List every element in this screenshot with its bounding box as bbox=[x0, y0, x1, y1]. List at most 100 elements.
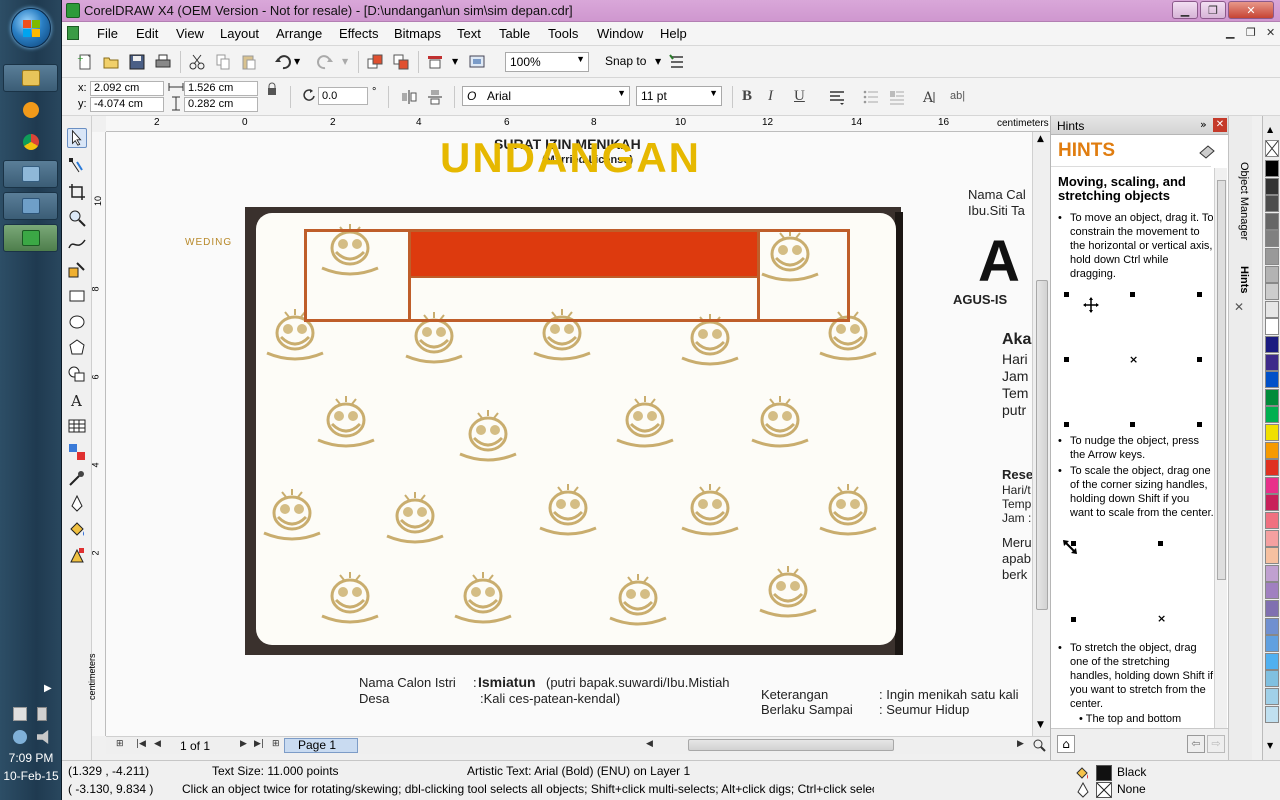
document-icon[interactable] bbox=[67, 26, 79, 40]
right-text-jam[interactable]: Jam bbox=[1002, 368, 1028, 384]
color-swatch[interactable] bbox=[1265, 441, 1279, 459]
scroll-right-icon[interactable]: ▶ bbox=[1017, 739, 1024, 749]
font-list-combo[interactable]: O Arial ▼ bbox=[462, 86, 630, 106]
new-document-icon[interactable]: + bbox=[76, 53, 94, 71]
right-text-tem[interactable]: Tem bbox=[1002, 385, 1028, 401]
menu-text[interactable]: Text bbox=[457, 26, 481, 41]
basic-shapes-tool-icon[interactable] bbox=[67, 364, 87, 384]
taskbar-coreldraw-button[interactable] bbox=[3, 224, 58, 252]
menu-window[interactable]: Window bbox=[597, 26, 643, 41]
color-swatch[interactable] bbox=[1265, 318, 1279, 336]
bold-button[interactable]: B bbox=[742, 88, 752, 105]
coreldraw-app-icon[interactable] bbox=[66, 3, 80, 18]
right-text-big-letter[interactable]: A bbox=[978, 228, 1020, 295]
right-text-berk[interactable]: berk bbox=[1002, 567, 1027, 582]
outline-color-swatch[interactable] bbox=[1096, 782, 1112, 798]
right-text-nama-calon[interactable]: Nama Cal bbox=[968, 187, 1026, 202]
interactive-fill-tool-icon[interactable] bbox=[67, 546, 87, 566]
color-swatch[interactable] bbox=[1265, 529, 1279, 547]
zoom-tool-icon[interactable] bbox=[67, 208, 87, 228]
docker-scrollbar[interactable] bbox=[1214, 168, 1227, 728]
outline-pen-tool-icon[interactable] bbox=[67, 494, 87, 514]
docker-close-icon[interactable]: ✕ bbox=[1213, 118, 1227, 132]
format-text-icon[interactable]: A bbox=[922, 88, 940, 106]
wifi-icon[interactable] bbox=[13, 730, 27, 744]
color-swatch[interactable] bbox=[1265, 265, 1279, 283]
right-text-jam-2[interactable]: Jam : bbox=[1002, 511, 1031, 525]
y-position-field[interactable]: -4.074 cm bbox=[90, 97, 164, 112]
label-keterangan[interactable]: Keterangan bbox=[761, 687, 828, 702]
outline-pen-icon[interactable] bbox=[1076, 782, 1090, 798]
right-text-apab[interactable]: apab bbox=[1002, 551, 1031, 566]
page-tab-1[interactable]: Page 1 bbox=[284, 738, 358, 753]
right-text-rese[interactable]: Rese bbox=[1002, 467, 1032, 482]
color-swatch[interactable] bbox=[1265, 336, 1279, 353]
battery-icon[interactable] bbox=[37, 707, 47, 721]
fill-bucket-icon[interactable] bbox=[1074, 765, 1090, 781]
redo-icon[interactable] bbox=[316, 53, 334, 71]
menu-view[interactable]: View bbox=[176, 26, 204, 41]
palette-scroll-down-icon[interactable]: ▼ bbox=[1267, 741, 1273, 750]
print-icon[interactable] bbox=[154, 53, 172, 71]
doc-close-button[interactable]: ✕ bbox=[1266, 26, 1275, 39]
taskbar-media-player-button[interactable] bbox=[3, 96, 58, 124]
pick-tool-icon[interactable] bbox=[67, 128, 87, 148]
value-istri-parents[interactable]: (putri bapak.suwardi/Ibu.Mistiah bbox=[546, 675, 730, 690]
horizontal-scroll-thumb[interactable] bbox=[688, 739, 894, 751]
hints-home-icon[interactable]: ⌂ bbox=[1057, 735, 1075, 753]
smart-fill-tool-icon[interactable] bbox=[67, 260, 87, 280]
color-swatch[interactable] bbox=[1265, 476, 1279, 494]
add-page-after-icon[interactable]: ⊞ bbox=[272, 739, 280, 749]
color-swatch[interactable] bbox=[1265, 705, 1279, 723]
label-berlaku-sampai[interactable]: Berlaku Sampai bbox=[761, 702, 853, 717]
color-swatch[interactable] bbox=[1265, 353, 1279, 371]
color-swatch[interactable] bbox=[1265, 388, 1279, 406]
canvas-vertical-scrollbar[interactable]: ▲ ▼ bbox=[1032, 132, 1050, 736]
text-tool-icon[interactable]: A bbox=[67, 390, 87, 410]
snap-to-button[interactable]: Snap to bbox=[605, 54, 646, 68]
rotation-field[interactable]: 0.0 bbox=[318, 87, 368, 105]
taskbar-explorer-button[interactable] bbox=[3, 64, 58, 92]
cut-icon[interactable] bbox=[188, 53, 206, 71]
mirror-horizontal-icon[interactable] bbox=[400, 88, 418, 106]
color-swatch[interactable] bbox=[1265, 564, 1279, 582]
redo-dropdown-icon[interactable]: ▼ bbox=[342, 57, 348, 66]
crop-tool-icon[interactable] bbox=[67, 182, 87, 202]
right-text-aka[interactable]: Aka bbox=[1002, 331, 1031, 349]
navigator-zoom-icon[interactable] bbox=[1032, 738, 1046, 752]
label-desa[interactable]: Desa bbox=[359, 691, 389, 706]
start-button[interactable] bbox=[11, 8, 51, 48]
mirror-vertical-icon[interactable] bbox=[426, 88, 444, 106]
text-align-icon[interactable] bbox=[828, 88, 846, 106]
doc-restore-button[interactable]: ❐ bbox=[1246, 26, 1256, 39]
menu-edit[interactable]: Edit bbox=[136, 26, 158, 41]
font-size-combo[interactable]: 11 pt ▼ bbox=[636, 86, 722, 106]
freehand-tool-icon[interactable] bbox=[67, 234, 87, 254]
color-swatch[interactable] bbox=[1265, 494, 1279, 512]
color-swatch[interactable] bbox=[1265, 617, 1279, 635]
x-position-field[interactable]: 2.092 cm bbox=[90, 81, 164, 96]
color-swatch[interactable] bbox=[1265, 512, 1279, 529]
color-swatch[interactable] bbox=[1265, 300, 1279, 318]
taskbar-chrome-button[interactable] bbox=[3, 128, 58, 156]
clock-date[interactable]: 10-Feb-15 bbox=[0, 769, 62, 783]
docker-scroll-thumb[interactable] bbox=[1217, 180, 1226, 580]
first-page-icon[interactable]: |◀ bbox=[136, 739, 146, 749]
minimize-button[interactable]: ▁ bbox=[1172, 1, 1198, 19]
value-istri-name[interactable]: Ismiatun bbox=[478, 674, 536, 690]
color-swatch[interactable] bbox=[1265, 160, 1279, 177]
color-swatch[interactable] bbox=[1265, 283, 1279, 301]
undo-icon[interactable] bbox=[274, 53, 292, 71]
vertical-scroll-thumb[interactable] bbox=[1036, 280, 1048, 610]
color-swatch[interactable] bbox=[1265, 635, 1279, 653]
menu-effects[interactable]: Effects bbox=[339, 26, 379, 41]
scroll-down-icon[interactable]: ▼ bbox=[1037, 720, 1044, 730]
italic-button[interactable]: I bbox=[768, 88, 773, 105]
right-text-meru[interactable]: Meru bbox=[1002, 535, 1032, 550]
label-nama-calon-istri[interactable]: Nama Calon Istri bbox=[359, 675, 456, 690]
horizontal-ruler[interactable]: 2 0 2 4 6 8 10 12 14 16 bbox=[106, 116, 1050, 132]
color-swatch[interactable] bbox=[1265, 600, 1279, 617]
color-swatch[interactable] bbox=[1265, 670, 1279, 688]
taskbar-app-button-2[interactable] bbox=[3, 192, 58, 220]
export-icon[interactable] bbox=[392, 53, 410, 71]
